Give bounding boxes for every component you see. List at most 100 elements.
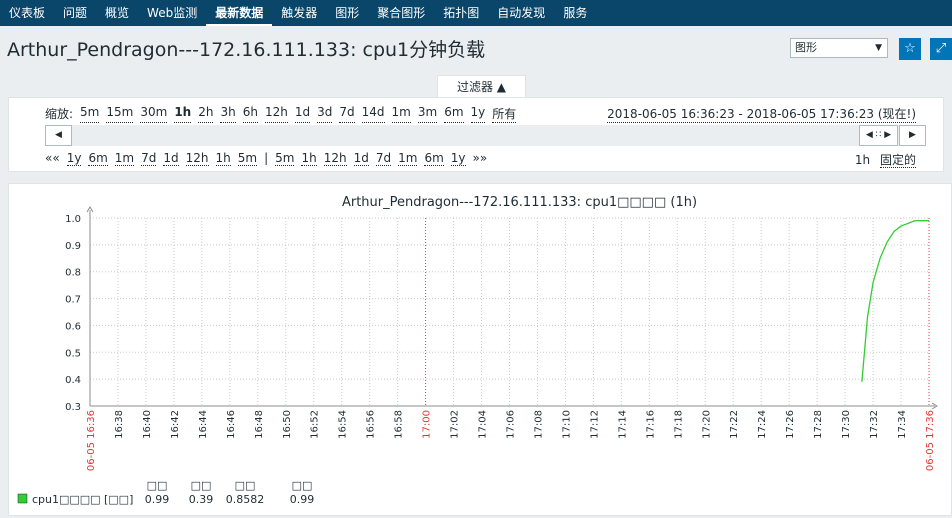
zoom-option[interactable]: 5m bbox=[80, 105, 100, 123]
timeline-scrollbar[interactable]: ◀ ◀ ∷ ▶ ▶ bbox=[45, 125, 926, 146]
nav-item[interactable]: Web监测 bbox=[138, 0, 206, 26]
x-tick-label: 17:22 bbox=[729, 410, 740, 439]
zoom-option[interactable]: 6h bbox=[242, 105, 258, 123]
nav-separator: | bbox=[264, 151, 269, 165]
nav-forward-option[interactable]: 1d bbox=[353, 151, 369, 166]
zoom-option[interactable]: 14d bbox=[361, 105, 385, 123]
nav-item[interactable]: 触发器 bbox=[272, 0, 326, 26]
zoom-option[interactable]: 30m bbox=[140, 105, 168, 123]
view-type-select[interactable]: 图形 ▼ bbox=[790, 38, 888, 58]
legend-series-name: cpu1□□□□ bbox=[32, 493, 101, 506]
nav-forward-option[interactable]: 6m bbox=[424, 151, 444, 166]
time-filter-panel: 缩放: 5m 15m 30m 1h 2h 3h 6h 12h 1d 3d 7d 14d 1m 3m 6m 1y… bbox=[8, 97, 944, 172]
x-tick-label: 17:28 bbox=[813, 410, 824, 439]
legend-unit: [□□] bbox=[104, 493, 133, 506]
y-tick-label: 0.9 bbox=[65, 241, 81, 252]
zoom-option[interactable]: 6m bbox=[444, 105, 464, 123]
nav-back-option[interactable]: 1m bbox=[114, 151, 135, 166]
y-tick-label: 0.3 bbox=[65, 402, 81, 413]
y-tick-label: 1.0 bbox=[65, 214, 81, 225]
nav-item[interactable]: 自动发现 bbox=[488, 0, 554, 26]
zoom-option[interactable]: 2h bbox=[198, 105, 214, 123]
fixed-toggle[interactable]: 固定的 bbox=[879, 153, 916, 168]
nav-back-option[interactable]: 7d bbox=[141, 151, 157, 166]
scroll-handle[interactable]: ◀ ∷ ▶ bbox=[859, 125, 898, 146]
nav-item[interactable]: 图形 bbox=[326, 0, 368, 26]
nav-back-option[interactable]: 12h bbox=[185, 151, 209, 166]
nav-item[interactable]: 仪表板 bbox=[0, 0, 54, 26]
period-nav-row: «« 1y 6m 1m 7d 1d 12h 1h 5m | 5m 1h 12h 1d 7d 1m 6m 1y »» bbox=[45, 151, 494, 166]
nav-back-option[interactable]: «« bbox=[45, 151, 60, 165]
x-tick-label: 16:44 bbox=[198, 410, 209, 439]
nav-forward-option[interactable]: 1m bbox=[398, 151, 418, 166]
zoom-option[interactable]: 1h bbox=[174, 105, 192, 123]
nav-item[interactable]: 拓扑图 bbox=[434, 0, 488, 26]
zoom-option[interactable]: 1y bbox=[470, 105, 486, 123]
x-tick-label: 16:38 bbox=[114, 410, 125, 439]
zoom-option[interactable]: 所有 bbox=[492, 105, 517, 123]
legend-value: 0.39 bbox=[189, 493, 214, 506]
zoom-label: 缩放: bbox=[45, 107, 74, 121]
x-tick-label: 16:46 bbox=[226, 410, 237, 439]
period-info: 1h 固定的 bbox=[855, 151, 916, 168]
x-tick-label: 16:56 bbox=[366, 410, 377, 439]
legend-header: □□ bbox=[292, 479, 313, 492]
zoom-option[interactable]: 12h bbox=[264, 105, 288, 123]
nav-item[interactable]: 聚合图形 bbox=[368, 0, 434, 26]
x-tick-label: 16:48 bbox=[254, 410, 265, 439]
zoom-option[interactable]: 3d bbox=[317, 105, 333, 123]
graph-panel: Arthur_Pendragon---172.16.111.133: cpu1□… bbox=[8, 183, 952, 516]
legend-header: □□ bbox=[147, 479, 168, 492]
scroll-right-button[interactable]: ▶ bbox=[899, 125, 926, 146]
view-type-value: 图形 bbox=[795, 41, 817, 54]
nav-back-option[interactable]: 1d bbox=[163, 151, 179, 166]
nav-item[interactable]: 服务 bbox=[554, 0, 596, 26]
x-tick-label: 17:06 bbox=[506, 410, 517, 439]
x-tick-label: 16:40 bbox=[142, 410, 153, 439]
filter-tab[interactable]: 过滤器 ▲ bbox=[437, 75, 526, 98]
zoom-option[interactable]: 3m bbox=[417, 105, 438, 123]
zoom-option[interactable]: 1d bbox=[294, 105, 311, 123]
nav-back-option[interactable]: 5m bbox=[237, 151, 258, 166]
x-tick-label: 17:16 bbox=[645, 410, 656, 439]
y-tick-label: 0.5 bbox=[65, 348, 81, 359]
slider-handle-icon: ◀ ∷ ▶ bbox=[865, 130, 892, 140]
chart-title: Arthur_Pendragon---172.16.111.133: cpu1□… bbox=[342, 195, 697, 210]
time-range[interactable]: 2018-06-05 16:36:23 - 2018-06-05 17:36:2… bbox=[607, 105, 916, 123]
x-tick-label: 16:58 bbox=[394, 410, 405, 439]
x-tick-label: 17:32 bbox=[869, 410, 880, 439]
nav-forward-option[interactable]: 5m bbox=[275, 151, 295, 166]
x-tick-label: 17:26 bbox=[785, 410, 796, 439]
legend-header: □□ bbox=[235, 479, 256, 492]
nav-item[interactable]: 问题 bbox=[54, 0, 96, 26]
nav-item[interactable]: 最新数据 bbox=[206, 0, 273, 26]
scroll-left-button[interactable]: ◀ bbox=[45, 125, 72, 146]
x-tick-label: 17:10 bbox=[561, 410, 572, 439]
legend-value: 0.8582 bbox=[226, 493, 265, 506]
nav-forward-option[interactable]: 7d bbox=[375, 151, 392, 166]
y-tick-label: 0.8 bbox=[65, 268, 81, 279]
nav-forward-option[interactable]: 12h bbox=[323, 151, 347, 166]
x-tick-label: 17:20 bbox=[701, 410, 712, 439]
x-tick-label: 17:18 bbox=[673, 410, 684, 439]
nav-back-option[interactable]: 1y bbox=[66, 151, 82, 166]
zoom-option[interactable]: 15m bbox=[106, 105, 134, 123]
x-tick-label: 17:24 bbox=[757, 410, 768, 439]
period-value: 1h bbox=[854, 153, 871, 167]
nav-item[interactable]: 概览 bbox=[96, 0, 138, 26]
page-header: Arthur_Pendragon---172.16.111.133: cpu1分… bbox=[0, 26, 952, 72]
favorite-button[interactable]: ☆ bbox=[899, 38, 921, 60]
chevron-down-icon: ▼ bbox=[875, 43, 882, 53]
nav-forward-option[interactable]: 1h bbox=[301, 151, 317, 166]
zoom-option[interactable]: 3h bbox=[220, 105, 236, 123]
zoom-option[interactable]: 1m bbox=[391, 105, 411, 123]
expand-icon: ⤢ bbox=[935, 41, 947, 56]
triangle-right-icon: ▶ bbox=[909, 130, 916, 140]
x-tick-label: 16:50 bbox=[282, 410, 293, 439]
nav-back-option[interactable]: 6m bbox=[88, 151, 108, 166]
zoom-option[interactable]: 7d bbox=[339, 105, 355, 123]
fullscreen-button[interactable]: ⤢ bbox=[930, 38, 952, 60]
nav-forward-option[interactable]: »» bbox=[473, 151, 488, 165]
nav-back-option[interactable]: 1h bbox=[215, 151, 231, 166]
nav-forward-option[interactable]: 1y bbox=[450, 151, 466, 166]
